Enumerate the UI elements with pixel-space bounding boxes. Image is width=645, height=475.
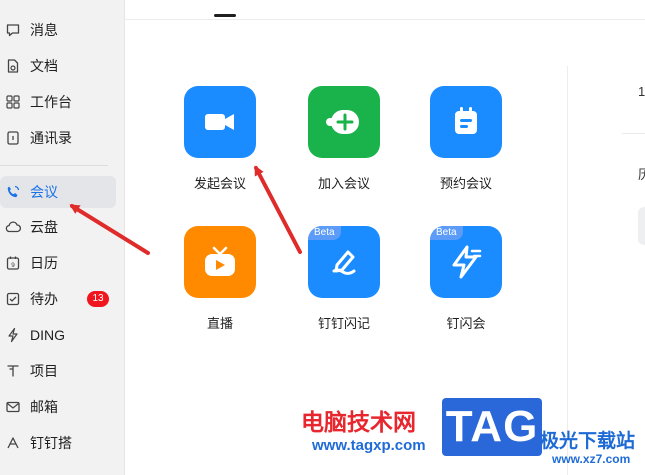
sidebar-item-label: 会议 bbox=[30, 184, 58, 200]
tile-label: 加入会议 bbox=[317, 176, 370, 191]
cloud-icon bbox=[5, 219, 21, 235]
right-panel-divider bbox=[567, 66, 568, 475]
project-icon bbox=[5, 363, 21, 379]
sidebar: 消息 文档 工作台 通讯录 会议 云盘 9 日历 待办 13 DING 项目 邮… bbox=[0, 0, 125, 475]
sidebar-item-mail[interactable]: 邮箱 bbox=[0, 391, 116, 423]
right-panel-separator bbox=[622, 133, 645, 134]
build-icon bbox=[5, 435, 21, 451]
schedule-calendar-icon bbox=[430, 86, 502, 158]
phone-icon bbox=[5, 184, 21, 200]
right-panel-card[interactable] bbox=[638, 207, 645, 245]
sidebar-item-workbench[interactable]: 工作台 bbox=[0, 86, 116, 118]
document-icon bbox=[5, 58, 21, 74]
sidebar-item-label: 文档 bbox=[30, 58, 58, 74]
flash-note-icon: Beta bbox=[308, 226, 380, 298]
live-tv-icon bbox=[184, 226, 256, 298]
sidebar-item-label: 消息 bbox=[30, 22, 58, 38]
video-camera-icon bbox=[184, 86, 256, 158]
sidebar-item-build[interactable]: 钉钉搭 bbox=[0, 427, 116, 459]
sidebar-item-contacts[interactable]: 通讯录 bbox=[0, 122, 116, 154]
sidebar-item-documents[interactable]: 文档 bbox=[0, 50, 116, 82]
sidebar-item-label: 邮箱 bbox=[30, 399, 58, 415]
sidebar-item-cloud[interactable]: 云盘 bbox=[0, 211, 116, 243]
join-meeting-tile[interactable]: 加入会议 bbox=[288, 86, 398, 201]
sidebar-divider bbox=[0, 165, 108, 166]
beta-badge: Beta bbox=[430, 226, 463, 240]
mail-icon bbox=[5, 399, 21, 415]
lightning-icon bbox=[5, 327, 21, 343]
watermark-side-url: www.xz7.com bbox=[552, 452, 631, 466]
flash-note-tile[interactable]: Beta 钉钉闪记 bbox=[288, 226, 398, 341]
sidebar-item-ding[interactable]: DING bbox=[0, 319, 116, 351]
start-meeting-tile[interactable]: 发起会议 bbox=[164, 86, 274, 201]
schedule-meeting-tile[interactable]: 预约会议 bbox=[410, 86, 520, 201]
sidebar-item-label: DING bbox=[30, 327, 65, 343]
sidebar-item-label: 待办 bbox=[30, 291, 58, 307]
svg-text:9: 9 bbox=[11, 262, 15, 269]
watermark-tag-logo: TAG bbox=[442, 398, 542, 456]
top-tab-bar bbox=[125, 0, 645, 20]
sidebar-item-messages[interactable]: 消息 bbox=[0, 14, 116, 46]
watermark-side-cn: 极光下载站 bbox=[540, 431, 636, 452]
sidebar-item-label: 项目 bbox=[30, 363, 58, 379]
sidebar-item-meetings[interactable]: 会议 bbox=[0, 176, 116, 208]
calendar-icon: 9 bbox=[5, 255, 21, 271]
right-panel-text: 1 bbox=[638, 84, 645, 99]
flash-meeting-tile[interactable]: Beta 钉闪会 bbox=[410, 226, 520, 341]
tile-label: 预约会议 bbox=[439, 176, 492, 191]
sidebar-item-label: 工作台 bbox=[30, 94, 72, 110]
live-stream-tile[interactable]: 直播 bbox=[164, 226, 274, 341]
message-icon bbox=[5, 22, 21, 38]
workbench-icon bbox=[5, 94, 21, 110]
sidebar-item-projects[interactable]: 项目 bbox=[0, 355, 116, 387]
right-panel-heading: 历 bbox=[638, 167, 645, 182]
join-meeting-icon bbox=[308, 86, 380, 158]
tile-label: 发起会议 bbox=[193, 176, 246, 191]
beta-badge: Beta bbox=[308, 226, 341, 240]
sidebar-item-label: 通讯录 bbox=[30, 130, 72, 146]
watermark-site-cn: 电脑技术网 bbox=[301, 409, 416, 435]
sidebar-item-calendar[interactable]: 9 日历 bbox=[0, 247, 116, 279]
sidebar-item-todo[interactable]: 待办 13 bbox=[0, 283, 116, 315]
contacts-icon bbox=[5, 130, 21, 146]
sidebar-item-label: 钉钉搭 bbox=[30, 435, 72, 451]
sidebar-item-label: 云盘 bbox=[30, 219, 58, 235]
todo-count-badge: 13 bbox=[87, 291, 109, 307]
tile-label: 钉闪会 bbox=[446, 316, 486, 331]
watermark-site-url: www.tagxp.com bbox=[312, 437, 426, 454]
tile-label: 钉钉闪记 bbox=[317, 316, 370, 331]
tile-label: 直播 bbox=[206, 316, 233, 331]
flash-meeting-icon: Beta bbox=[430, 226, 502, 298]
sidebar-item-label: 日历 bbox=[30, 255, 58, 271]
active-tab-indicator bbox=[214, 14, 236, 17]
todo-icon bbox=[5, 291, 21, 307]
